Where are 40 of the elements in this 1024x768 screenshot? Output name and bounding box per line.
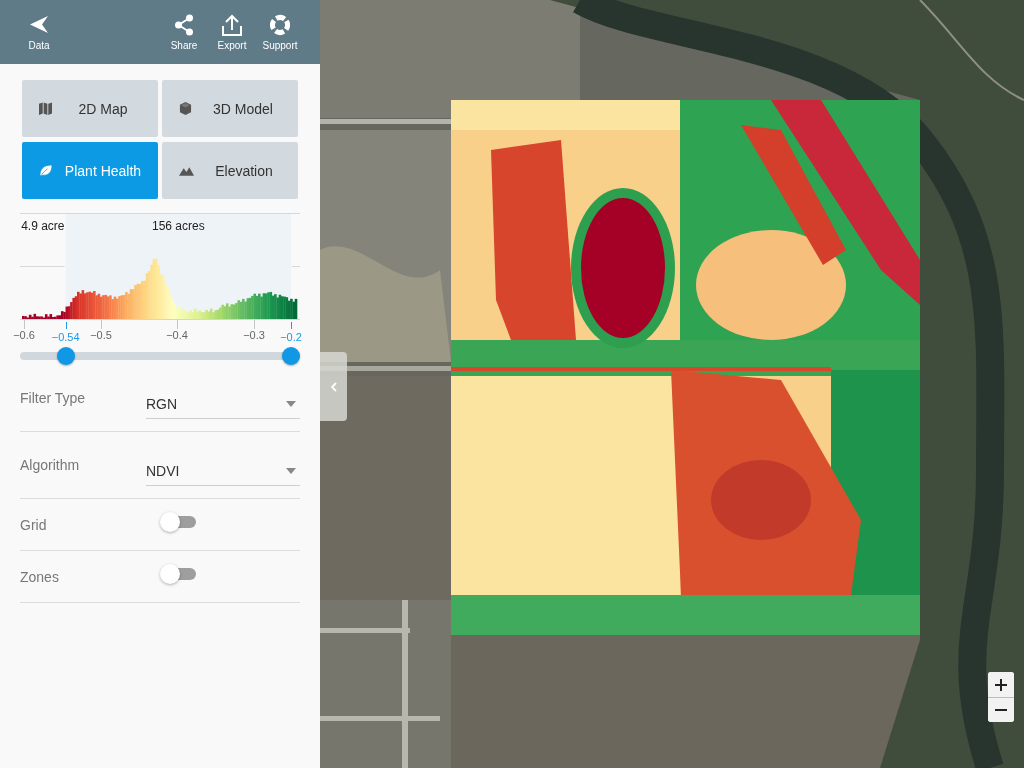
back-button[interactable]: Data	[15, 0, 63, 64]
slider-thumb[interactable]	[56, 347, 75, 365]
cube-icon	[179, 102, 192, 115]
range-value-label: −0.54	[51, 331, 80, 344]
axis-tick-label: −0.5	[90, 329, 112, 342]
back-arrow-icon	[30, 16, 48, 33]
view-mode-button[interactable]: Elevation	[162, 142, 298, 199]
plus-icon	[995, 678, 1007, 691]
select-dropdown[interactable]: NDVI	[146, 457, 300, 486]
chevron-left-icon	[330, 381, 337, 392]
range-value-label: −0.2	[280, 331, 302, 344]
share-icon	[174, 14, 194, 36]
view-mode-button[interactable]: 2D Map	[22, 80, 158, 137]
axis-tick-label: −0.6	[13, 329, 35, 342]
caret-down-icon	[286, 468, 296, 474]
export-button[interactable]: Export	[208, 0, 256, 64]
map-icon	[39, 102, 52, 115]
setting-label: Algorithm	[20, 457, 81, 473]
toggle-switch[interactable]	[160, 511, 196, 532]
mountains-icon	[179, 165, 194, 176]
slider-thumb[interactable]	[282, 347, 300, 365]
area-label: 156 acres	[152, 219, 205, 233]
caret-down-icon	[286, 401, 296, 407]
upload-icon	[222, 14, 242, 36]
zoom-out-button[interactable]	[988, 697, 1014, 722]
setting-label: Zones	[20, 568, 60, 585]
leaf-icon	[39, 164, 52, 177]
lifebuoy-icon	[270, 14, 290, 36]
share-button[interactable]: Share	[160, 0, 208, 64]
view-mode-button[interactable]: 3D Model	[162, 80, 298, 137]
toggle-switch[interactable]	[160, 563, 196, 584]
range-slider[interactable]	[20, 347, 300, 365]
area-label: 4.9 acre	[21, 219, 65, 233]
minus-icon	[995, 709, 1007, 711]
axis-tick-label: −0.3	[243, 329, 265, 342]
support-button[interactable]: Support	[256, 0, 304, 64]
axis-tick-label: −0.4	[166, 329, 188, 342]
setting-label: Grid	[20, 516, 48, 533]
select-dropdown[interactable]: RGN	[146, 390, 300, 419]
setting-label: Filter Type	[20, 390, 87, 406]
